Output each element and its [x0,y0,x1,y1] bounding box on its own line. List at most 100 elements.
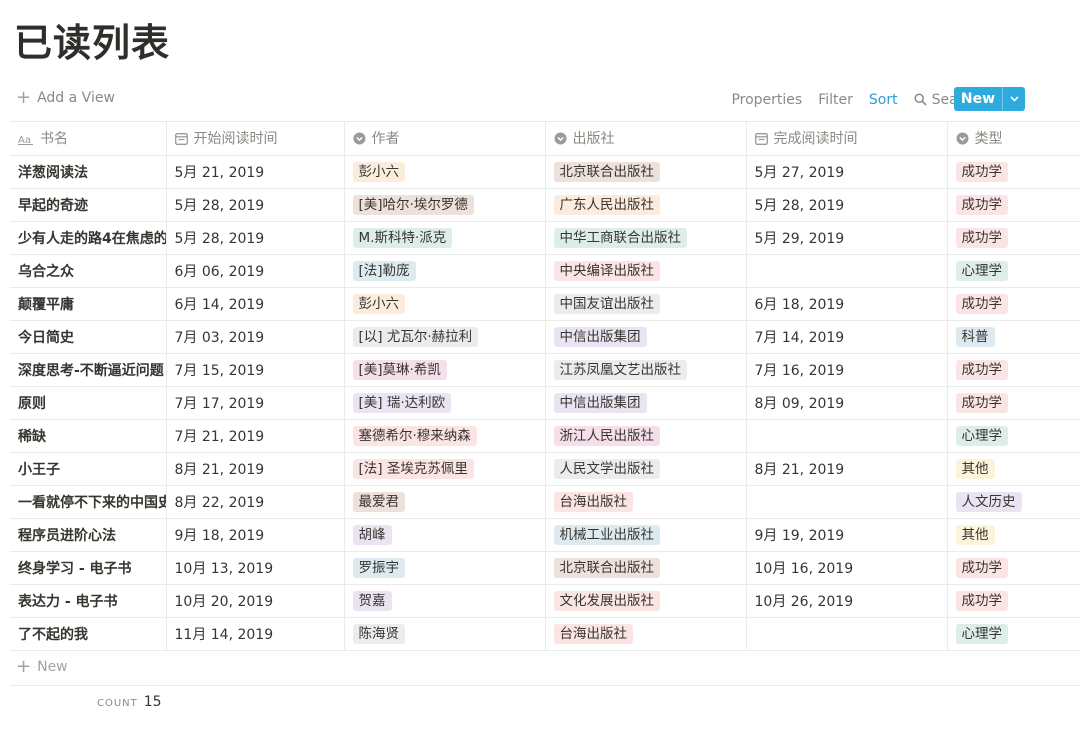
column-header[interactable]: 出版社 [545,121,747,156]
type-cell[interactable]: 心理学 [947,617,1080,651]
author-cell[interactable]: 胡峰 [344,518,546,552]
start-date-cell[interactable]: 6月 06, 2019 [166,254,345,288]
finish-date-cell[interactable]: 6月 18, 2019 [746,287,948,321]
column-header[interactable]: 类型 [947,121,1080,156]
publisher-cell[interactable]: 机械工业出版社 [545,518,747,552]
table-row[interactable]: 一看就停不下来的中国史 8月 22, 2019 最爱君 台海出版社 人文历史 [10,485,1080,519]
author-cell[interactable]: [美] 瑞·达利欧 [344,386,546,420]
start-date-cell[interactable]: 10月 20, 2019 [166,584,345,618]
publisher-cell[interactable]: 北京联合出版社 [545,155,747,189]
book-title-cell[interactable]: 原则 [10,386,167,420]
author-cell[interactable]: 彭小六 [344,155,546,189]
column-header[interactable]: 作者 [344,121,546,156]
finish-date-cell[interactable] [746,419,948,453]
type-cell[interactable]: 科普 [947,320,1080,354]
publisher-cell[interactable]: 中信出版集团 [545,386,747,420]
chevron-down-icon[interactable] [1002,87,1025,111]
start-date-cell[interactable]: 9月 18, 2019 [166,518,345,552]
publisher-cell[interactable]: 人民文学出版社 [545,452,747,486]
add-view-button[interactable]: + Add a View [16,89,115,107]
book-title-cell[interactable]: 终身学习 - 电子书 [10,551,167,585]
book-title-cell[interactable]: 早起的奇迹 [10,188,167,222]
start-date-cell[interactable]: 8月 21, 2019 [166,452,345,486]
table-row[interactable]: 深度思考-不断逼近问题 7月 15, 2019 [美]莫琳·希凯 江苏凤凰文艺出版社 7… [10,353,1080,387]
type-cell[interactable]: 心理学 [947,254,1080,288]
publisher-cell[interactable]: 广东人民出版社 [545,188,747,222]
author-cell[interactable]: 罗振宇 [344,551,546,585]
finish-date-cell[interactable]: 5月 27, 2019 [746,155,948,189]
table-row[interactable]: 今日简史 7月 03, 2019 [以] 尤瓦尔·赫拉利 中信出版集团 7月 14, 2… [10,320,1080,354]
column-header[interactable]: 开始阅读时间 [166,121,345,156]
table-row[interactable]: 颠覆平庸 6月 14, 2019 彭小六 中国友谊出版社 6月 18, 2019 成功学 [10,287,1080,321]
type-cell[interactable]: 成功学 [947,221,1080,255]
start-date-cell[interactable]: 10月 13, 2019 [166,551,345,585]
publisher-cell[interactable]: 台海出版社 [545,485,747,519]
start-date-cell[interactable]: 5月 28, 2019 [166,221,345,255]
start-date-cell[interactable]: 11月 14, 2019 [166,617,345,651]
finish-date-cell[interactable]: 7月 14, 2019 [746,320,948,354]
publisher-cell[interactable]: 台海出版社 [545,617,747,651]
type-cell[interactable]: 成功学 [947,551,1080,585]
book-title-cell[interactable]: 一看就停不下来的中国史 [10,485,167,519]
type-cell[interactable]: 成功学 [947,584,1080,618]
table-row[interactable]: 了不起的我 11月 14, 2019 陈海贤 台海出版社 心理学 [10,617,1080,651]
finish-date-cell[interactable] [746,485,948,519]
finish-date-cell[interactable] [746,254,948,288]
table-row[interactable]: 稀缺 7月 21, 2019 塞德希尔·穆来纳森 浙江人民出版社 心理学 [10,419,1080,453]
table-row[interactable]: 表达力 - 电子书 10月 20, 2019 贺嘉 文化发展出版社 10月 26, 20… [10,584,1080,618]
table-row[interactable]: 小王子 8月 21, 2019 [法] 圣埃克苏佩里 人民文学出版社 8月 21, 20… [10,452,1080,486]
author-cell[interactable]: M.斯科特·派克 [344,221,546,255]
book-title-cell[interactable]: 少有人走的路4在焦虑的 [10,221,167,255]
column-header[interactable]: Aa 书名 [10,121,167,156]
book-title-cell[interactable]: 洋葱阅读法 [10,155,167,189]
book-title-cell[interactable]: 稀缺 [10,419,167,453]
table-row[interactable]: 早起的奇迹 5月 28, 2019 [美]哈尔·埃尔罗德 广东人民出版社 5月 28, … [10,188,1080,222]
start-date-cell[interactable]: 7月 17, 2019 [166,386,345,420]
table-row[interactable]: 少有人走的路4在焦虑的 5月 28, 2019 M.斯科特·派克 中华工商联合出版社 5… [10,221,1080,255]
type-cell[interactable]: 心理学 [947,419,1080,453]
add-row-button[interactable]: + New [16,658,68,676]
book-title-cell[interactable]: 颠覆平庸 [10,287,167,321]
finish-date-cell[interactable]: 8月 09, 2019 [746,386,948,420]
finish-date-cell[interactable]: 10月 26, 2019 [746,584,948,618]
start-date-cell[interactable]: 7月 03, 2019 [166,320,345,354]
publisher-cell[interactable]: 中华工商联合出版社 [545,221,747,255]
book-title-cell[interactable]: 小王子 [10,452,167,486]
author-cell[interactable]: 最爱君 [344,485,546,519]
start-date-cell[interactable]: 8月 22, 2019 [166,485,345,519]
finish-date-cell[interactable]: 9月 19, 2019 [746,518,948,552]
filter-button[interactable]: Filter [818,92,853,108]
book-title-cell[interactable]: 乌合之众 [10,254,167,288]
type-cell[interactable]: 成功学 [947,353,1080,387]
type-cell[interactable]: 人文历史 [947,485,1080,519]
sort-button[interactable]: Sort [869,92,898,108]
book-title-cell[interactable]: 了不起的我 [10,617,167,651]
author-cell[interactable]: 陈海贤 [344,617,546,651]
new-button[interactable]: New [954,87,1025,111]
type-cell[interactable]: 其他 [947,518,1080,552]
author-cell[interactable]: 彭小六 [344,287,546,321]
author-cell[interactable]: 贺嘉 [344,584,546,618]
type-cell[interactable]: 成功学 [947,188,1080,222]
type-cell[interactable]: 成功学 [947,155,1080,189]
start-date-cell[interactable]: 5月 28, 2019 [166,188,345,222]
author-cell[interactable]: [法]勒庞 [344,254,546,288]
publisher-cell[interactable]: 中国友谊出版社 [545,287,747,321]
type-cell[interactable]: 其他 [947,452,1080,486]
table-row[interactable]: 洋葱阅读法 5月 21, 2019 彭小六 北京联合出版社 5月 27, 2019 成功学 [10,155,1080,189]
author-cell[interactable]: [法] 圣埃克苏佩里 [344,452,546,486]
type-cell[interactable]: 成功学 [947,386,1080,420]
start-date-cell[interactable]: 5月 21, 2019 [166,155,345,189]
publisher-cell[interactable]: 北京联合出版社 [545,551,747,585]
finish-date-cell[interactable] [746,617,948,651]
publisher-cell[interactable]: 中央编译出版社 [545,254,747,288]
table-row[interactable]: 原则 7月 17, 2019 [美] 瑞·达利欧 中信出版集团 8月 09, 2019 成… [10,386,1080,420]
column-header[interactable]: 完成阅读时间 [746,121,948,156]
author-cell[interactable]: [以] 尤瓦尔·赫拉利 [344,320,546,354]
type-cell[interactable]: 成功学 [947,287,1080,321]
table-row[interactable]: 程序员进阶心法 9月 18, 2019 胡峰 机械工业出版社 9月 19, 2019 其他 [10,518,1080,552]
table-row[interactable]: 终身学习 - 电子书 10月 13, 2019 罗振宇 北京联合出版社 10月 16, … [10,551,1080,585]
publisher-cell[interactable]: 江苏凤凰文艺出版社 [545,353,747,387]
finish-date-cell[interactable]: 5月 29, 2019 [746,221,948,255]
book-title-cell[interactable]: 深度思考-不断逼近问题 [10,353,167,387]
